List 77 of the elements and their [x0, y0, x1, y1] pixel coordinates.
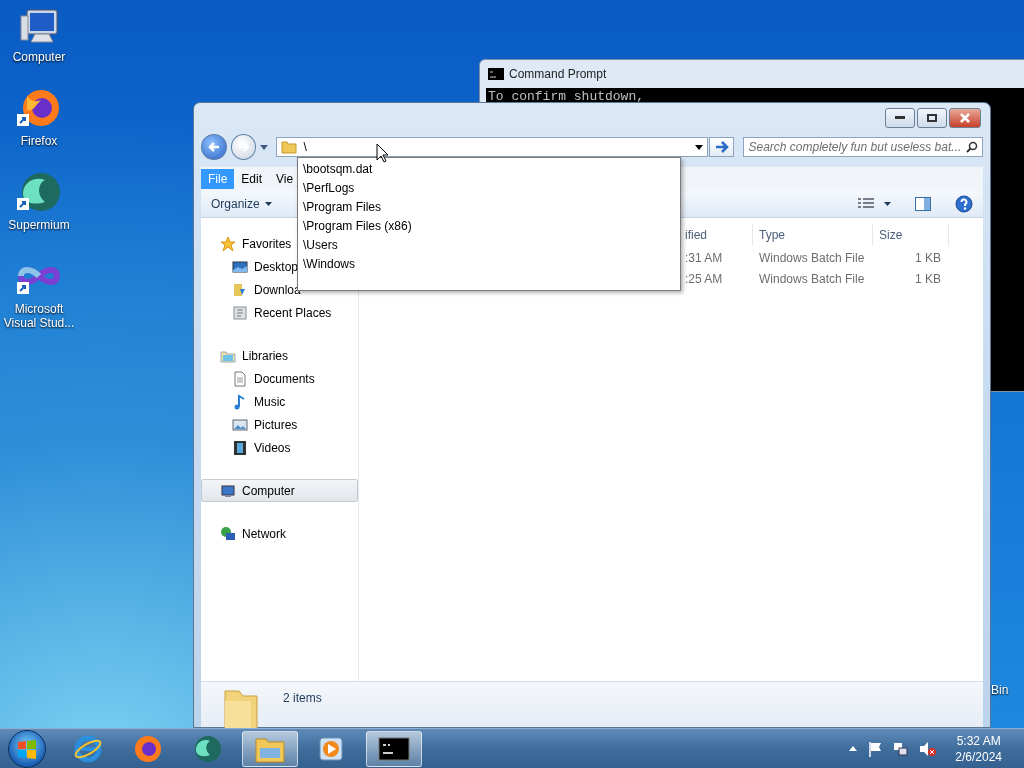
speaker-muted-icon[interactable]: [919, 740, 938, 757]
desktop-icon-label[interactable]: Bin: [991, 683, 1009, 697]
nav-item[interactable]: Pictures: [201, 413, 358, 436]
nav-item[interactable]: Libraries: [201, 344, 358, 367]
network-icon[interactable]: [893, 740, 910, 757]
table-cell-text: Windows Batch File: [758, 271, 866, 286]
forward-button[interactable]: [230, 134, 257, 160]
arrow-icon: [714, 141, 729, 153]
start-button[interactable]: [8, 729, 46, 768]
close-button[interactable]: [949, 108, 981, 128]
command-prompt-icon: [488, 68, 504, 80]
help-icon[interactable]: [955, 195, 973, 213]
network-icon: [220, 525, 236, 542]
windows-logo: [17, 738, 37, 759]
menu-item[interactable]: Vie: [269, 169, 301, 189]
search-icon: [965, 141, 978, 153]
back-button[interactable]: [201, 134, 227, 160]
suggestion-item[interactable]: \Program Files (x86): [298, 217, 417, 236]
table-cell-text: 1 KB: [914, 271, 942, 286]
supermium-icon: [193, 733, 223, 764]
nav-item[interactable]: Computer: [201, 479, 358, 502]
minimize-icon: [895, 116, 905, 120]
nav-item[interactable]: Music: [201, 390, 358, 413]
taskbar-button[interactable]: [366, 730, 422, 767]
desktop-icon: [232, 258, 248, 275]
film-strip-icon: [232, 439, 248, 456]
recent-places-icon: [232, 304, 248, 321]
back-arrow-icon: [207, 141, 220, 153]
clock[interactable]: 5:32 AM 2/6/2024: [955, 732, 1002, 765]
caret-icon[interactable]: [694, 144, 703, 150]
desktop-icon-label[interactable]: Firefox: [20, 134, 58, 148]
desktop-icon-label[interactable]: Computer: [12, 50, 66, 64]
suggestion-item[interactable]: \PerfLogs: [298, 179, 360, 198]
console-text: To confirm shutdown,: [488, 89, 645, 104]
document-icon: [232, 370, 248, 387]
internet-explorer-icon: [73, 733, 103, 764]
pictures-icon: [232, 416, 248, 433]
close-icon: [960, 113, 970, 123]
command-prompt-icon: [378, 736, 410, 761]
desktop-icon-label[interactable]: Microsoft Visual Stud...: [1, 302, 77, 330]
suggestion-item[interactable]: \Users: [298, 236, 343, 255]
minimize-button[interactable]: [885, 108, 915, 128]
window-title: Command Prompt: [509, 67, 607, 81]
menu-item[interactable]: Edit: [234, 169, 270, 189]
maximize-icon: [927, 114, 937, 122]
maximize-button[interactable]: [917, 108, 947, 128]
nav-item[interactable]: Documents: [201, 367, 358, 390]
table-cell-text: :31 AM: [684, 250, 724, 265]
folder-icon: [281, 139, 298, 155]
table-cell-text: Windows Batch File: [758, 250, 866, 265]
star-icon: [220, 235, 236, 252]
table-cell-text: :25 AM: [684, 271, 724, 286]
table-cell-text: 1 KB: [914, 250, 942, 265]
view-options-icon[interactable]: [858, 198, 874, 210]
preview-pane-icon[interactable]: [915, 197, 931, 211]
folder-icon: [221, 688, 261, 729]
forward-arrow-icon: [237, 141, 250, 153]
flag-icon[interactable]: [867, 740, 884, 757]
item-count: 2 items: [283, 690, 322, 705]
column-header[interactable]: Size: [873, 224, 949, 246]
desktop-icon-label[interactable]: Supermium: [8, 218, 70, 232]
nav-item[interactable]: Recent Places: [201, 301, 358, 324]
suggestion-item[interactable]: \bootsqm.dat: [298, 160, 378, 179]
suggestion-item[interactable]: \Windows: [298, 255, 360, 274]
nav-item[interactable]: Network: [201, 522, 358, 545]
suggestion-item[interactable]: \Program Files: [298, 198, 387, 217]
firefox-icon: [133, 733, 163, 764]
downloads-icon: [232, 281, 248, 298]
search-field[interactable]: Search completely fun but useless bat...: [743, 137, 983, 157]
organize-button[interactable]: Organize: [211, 197, 272, 211]
caret-icon: [264, 202, 272, 206]
go-button[interactable]: [708, 137, 735, 157]
address-field[interactable]: \: [276, 137, 708, 157]
caret-icon[interactable]: [884, 202, 891, 206]
nav-item[interactable]: Videos: [201, 436, 358, 459]
column-header[interactable]: Type: [753, 224, 873, 246]
computer-icon: [220, 482, 236, 499]
